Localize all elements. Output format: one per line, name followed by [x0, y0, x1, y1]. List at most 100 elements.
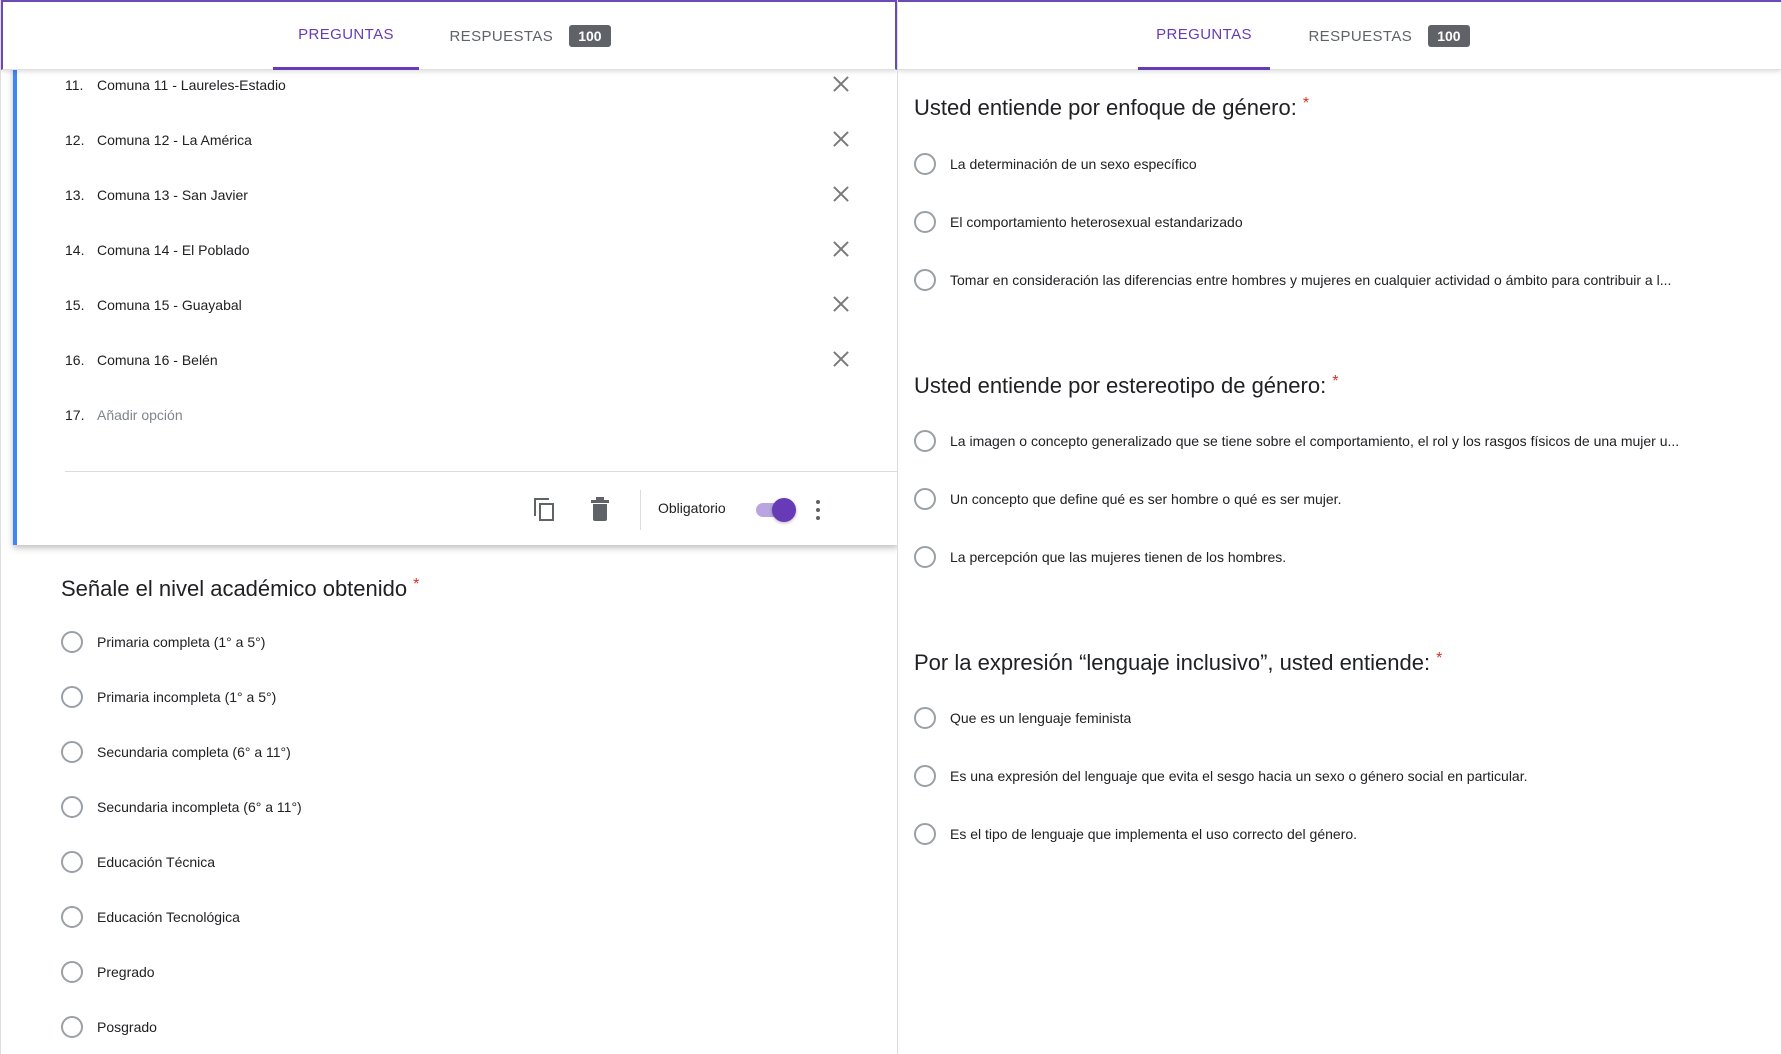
radio-option[interactable]: Que es un lenguaje feminista: [914, 704, 1774, 732]
radio-button[interactable]: [914, 765, 936, 787]
required-toggle[interactable]: [754, 498, 796, 522]
option-row[interactable]: 16. Comuna 16 - Belén: [65, 345, 858, 375]
radio-button[interactable]: [61, 796, 83, 818]
radio-option[interactable]: Primaria completa (1° a 5°): [61, 628, 265, 656]
radio-button[interactable]: [61, 906, 83, 928]
question-title: Usted entiende por enfoque de género: *: [914, 95, 1309, 121]
remove-option-icon[interactable]: [830, 183, 852, 205]
option-row[interactable]: 14. Comuna 14 - El Poblado: [65, 235, 858, 265]
radio-label: Posgrado: [97, 1019, 157, 1035]
radio-option[interactable]: Es el tipo de lenguaje que implementa el…: [914, 820, 1774, 848]
radio-option[interactable]: Un concepto que define qué es ser hombre…: [914, 485, 1774, 513]
question-title-text: Usted entiende por estereotipo de género…: [914, 373, 1327, 398]
radio-button[interactable]: [914, 823, 936, 845]
radio-button[interactable]: [61, 961, 83, 983]
radio-button[interactable]: [61, 1016, 83, 1038]
remove-option-icon[interactable]: [830, 238, 852, 260]
radio-label: Pregrado: [97, 964, 155, 980]
right-tab-bar: PREGUNTAS RESPUESTAS 100: [898, 0, 1781, 70]
radio-option[interactable]: Pregrado: [61, 958, 155, 986]
tab-questions-label: PREGUNTAS: [1156, 26, 1252, 43]
option-number: 15.: [65, 297, 85, 313]
radio-option[interactable]: La imagen o concepto generalizado que se…: [914, 427, 1774, 455]
question-card-comuna[interactable]: 11. Comuna 11 - Laureles-Estadio 12. Com…: [13, 0, 897, 545]
question-title: Por la expresión “lenguaje inclusivo”, u…: [914, 650, 1442, 676]
left-form-editor: 11. Comuna 11 - Laureles-Estadio 12. Com…: [0, 0, 897, 1054]
radio-button[interactable]: [914, 707, 936, 729]
tab-questions[interactable]: PREGUNTAS: [1138, 2, 1270, 70]
radio-option[interactable]: Educación Tecnológica: [61, 903, 240, 931]
required-label: Obligatorio: [658, 500, 726, 516]
radio-button[interactable]: [61, 741, 83, 763]
radio-button[interactable]: [914, 546, 936, 568]
radio-label: La imagen o concepto generalizado que se…: [950, 433, 1680, 449]
radio-option[interactable]: Tomar en consideración las diferencias e…: [914, 266, 1774, 294]
radio-label: Primaria incompleta (1° a 5°): [97, 689, 277, 705]
question-title: Señale el nivel académico obtenido *: [61, 576, 419, 602]
question-title: Usted entiende por estereotipo de género…: [914, 373, 1338, 399]
tab-responses-label: RESPUESTAS: [449, 27, 554, 45]
right-form-preview: PREGUNTAS RESPUESTAS 100 Usted entiende …: [897, 0, 1781, 1054]
radio-option[interactable]: La percepción que las mujeres tienen de …: [914, 543, 1774, 571]
radio-button[interactable]: [61, 631, 83, 653]
radio-label: Secundaria completa (6° a 11°): [97, 744, 291, 760]
option-number: 14.: [65, 242, 85, 258]
required-star: *: [1436, 650, 1443, 667]
radio-button[interactable]: [914, 153, 936, 175]
radio-label: Educación Tecnológica: [97, 909, 240, 925]
required-star: *: [1302, 95, 1310, 112]
duplicate-icon[interactable]: [530, 496, 558, 524]
required-star: *: [1332, 373, 1339, 390]
add-option-input[interactable]: Añadir opción: [97, 407, 183, 423]
option-row[interactable]: 12. Comuna 12 - La América: [65, 125, 858, 155]
radio-label: La percepción que las mujeres tienen de …: [950, 549, 1287, 565]
option-label[interactable]: Comuna 12 - La América: [97, 132, 252, 148]
remove-option-icon[interactable]: [830, 293, 852, 315]
radio-option[interactable]: Es una expresión del lenguaje que evita …: [914, 762, 1774, 790]
radio-option[interactable]: Educación Técnica: [61, 848, 215, 876]
radio-button[interactable]: [61, 851, 83, 873]
option-row[interactable]: 15. Comuna 15 - Guayabal: [65, 290, 858, 320]
delete-icon[interactable]: [586, 496, 614, 524]
radio-button[interactable]: [61, 686, 83, 708]
question-title-text: Usted entiende por enfoque de género:: [914, 95, 1297, 120]
radio-option[interactable]: La determinación de un sexo específico: [914, 150, 1774, 178]
option-label[interactable]: Comuna 15 - Guayabal: [97, 297, 242, 313]
radio-option[interactable]: Primaria incompleta (1° a 5°): [61, 683, 276, 711]
remove-option-icon[interactable]: [830, 128, 852, 150]
tab-questions-label: PREGUNTAS: [298, 26, 394, 43]
radio-option[interactable]: Secundaria completa (6° a 11°): [61, 738, 291, 766]
radio-option[interactable]: Secundaria incompleta (6° a 11°): [61, 793, 302, 821]
tab-questions[interactable]: PREGUNTAS: [273, 2, 419, 70]
option-number: 17.: [65, 407, 85, 423]
add-option-row[interactable]: 17. Añadir opción: [65, 400, 858, 430]
option-label[interactable]: Comuna 11 - Laureles-Estadio: [97, 77, 286, 93]
responses-count-badge: 100: [1428, 25, 1470, 47]
question-title-text: Por la expresión “lenguaje inclusivo”, u…: [914, 650, 1431, 675]
radio-label: Es el tipo de lenguaje que implementa el…: [950, 826, 1358, 842]
radio-button[interactable]: [914, 430, 936, 452]
option-row[interactable]: 13. Comuna 13 - San Javier: [65, 180, 858, 210]
radio-label: Es una expresión del lenguaje que evita …: [950, 768, 1528, 784]
left-tab-bar: PREGUNTAS RESPUESTAS 100: [1, 0, 897, 70]
option-label[interactable]: Comuna 13 - San Javier: [97, 187, 248, 203]
tab-responses[interactable]: RESPUESTAS 100: [1294, 2, 1484, 70]
option-number: 12.: [65, 132, 85, 148]
radio-button[interactable]: [914, 488, 936, 510]
radio-label: Un concepto que define qué es ser hombre…: [950, 491, 1342, 507]
radio-label: La determinación de un sexo específico: [950, 156, 1197, 172]
tab-responses[interactable]: RESPUESTAS 100: [435, 2, 625, 70]
option-label[interactable]: Comuna 16 - Belén: [97, 352, 218, 368]
remove-option-icon[interactable]: [830, 348, 852, 370]
radio-button[interactable]: [914, 211, 936, 233]
radio-option[interactable]: Posgrado: [61, 1013, 157, 1041]
remove-option-icon[interactable]: [830, 73, 852, 95]
actions-divider: [640, 490, 641, 530]
option-row[interactable]: 11. Comuna 11 - Laureles-Estadio: [65, 70, 858, 100]
radio-button[interactable]: [914, 269, 936, 291]
radio-label: Tomar en consideración las diferencias e…: [950, 272, 1672, 288]
option-label[interactable]: Comuna 14 - El Poblado: [97, 242, 250, 258]
radio-label: El comportamiento heterosexual estandari…: [950, 214, 1243, 230]
more-options-icon[interactable]: [813, 498, 823, 522]
radio-option[interactable]: El comportamiento heterosexual estandari…: [914, 208, 1774, 236]
